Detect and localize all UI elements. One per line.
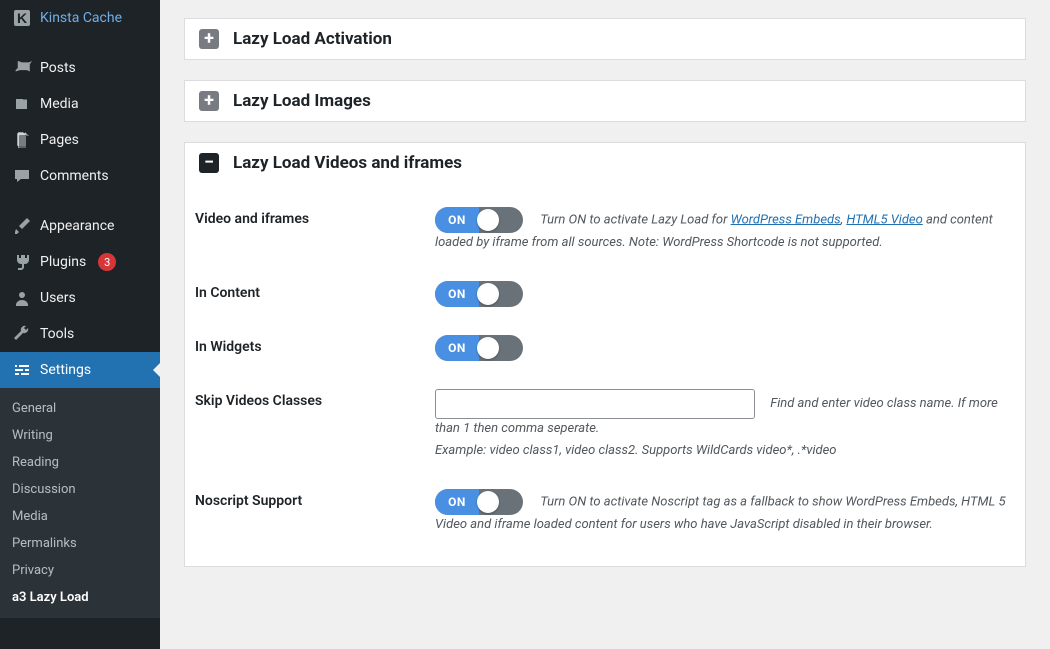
sidebar-item-label: Users (40, 290, 76, 306)
link-html5-video[interactable]: HTML5 Video (846, 212, 923, 227)
switch-on-label: ON (435, 207, 479, 233)
switch-knob (477, 491, 499, 513)
sidebar-item-label: Posts (40, 60, 76, 76)
panel-toggle-activation[interactable]: + Lazy Load Activation (185, 19, 1025, 59)
media-icon (12, 94, 32, 114)
sidebar-item-settings[interactable]: Settings (0, 352, 160, 388)
field-label: In Widgets (195, 335, 435, 355)
collapse-icon: − (199, 153, 219, 173)
sidebar-item-pages[interactable]: Pages (0, 122, 160, 158)
field-label: Skip Videos Classes (195, 389, 435, 409)
submenu-media[interactable]: Media (0, 503, 160, 530)
toggle-noscript-support[interactable]: ON (435, 489, 523, 515)
sidebar-item-label: Kinsta Cache (40, 10, 122, 26)
sidebar-item-label: Plugins (40, 254, 86, 270)
pages-icon (12, 130, 32, 150)
row-noscript-support: Noscript Support ON Turn ON to activate … (195, 471, 1015, 545)
submenu-discussion[interactable]: Discussion (0, 476, 160, 503)
panel-body-videos: Video and iframes ON Turn ON to activate… (185, 183, 1025, 566)
toggle-in-widgets[interactable]: ON (435, 335, 523, 361)
submenu-general[interactable]: General (0, 395, 160, 422)
switch-knob (477, 283, 499, 305)
row-video-and-iframes: Video and iframes ON Turn ON to activate… (195, 189, 1015, 263)
row-in-widgets: In Widgets ON (195, 317, 1015, 371)
submenu-reading[interactable]: Reading (0, 449, 160, 476)
sliders-icon (12, 360, 32, 380)
field-label: In Content (195, 281, 435, 301)
sidebar-item-users[interactable]: Users (0, 280, 160, 316)
panel-title: Lazy Load Videos and iframes (233, 153, 462, 173)
panel-lazy-load-activation: + Lazy Load Activation (184, 18, 1026, 60)
switch-on-label: ON (435, 489, 479, 515)
row-skip-videos-classes: Skip Videos Classes Find and enter video… (195, 371, 1015, 471)
skip-videos-classes-input[interactable] (435, 389, 755, 419)
switch-knob (477, 337, 499, 359)
panel-title: Lazy Load Images (233, 91, 371, 111)
sidebar-item-media[interactable]: Media (0, 86, 160, 122)
sidebar-item-label: Tools (40, 326, 74, 342)
comment-icon (12, 166, 32, 186)
submenu-privacy[interactable]: Privacy (0, 557, 160, 584)
submenu-a3-lazy-load[interactable]: a3 Lazy Load (0, 584, 160, 611)
panel-lazy-load-images: + Lazy Load Images (184, 80, 1026, 122)
panel-title: Lazy Load Activation (233, 29, 392, 49)
settings-submenu: General Writing Reading Discussion Media… (0, 388, 160, 618)
settings-content: + Lazy Load Activation + Lazy Load Image… (160, 0, 1050, 649)
admin-sidebar: K Kinsta Cache Posts Media Pages Comment… (0, 0, 160, 649)
sidebar-item-appearance[interactable]: Appearance (0, 208, 160, 244)
sidebar-item-tools[interactable]: Tools (0, 316, 160, 352)
plugins-update-badge: 3 (98, 253, 116, 271)
switch-on-label: ON (435, 281, 479, 307)
expand-icon: + (199, 29, 219, 49)
svg-text:K: K (17, 10, 27, 26)
plug-icon (12, 252, 32, 272)
panel-lazy-load-videos-iframes: − Lazy Load Videos and iframes Video and… (184, 142, 1026, 567)
sidebar-item-kinsta-cache[interactable]: K Kinsta Cache (0, 0, 160, 36)
sidebar-item-label: Settings (40, 362, 91, 378)
sidebar-item-posts[interactable]: Posts (0, 50, 160, 86)
sidebar-item-label: Appearance (40, 218, 114, 234)
sidebar-item-plugins[interactable]: Plugins 3 (0, 244, 160, 280)
sidebar-item-label: Media (40, 96, 79, 112)
toggle-in-content[interactable]: ON (435, 281, 523, 307)
user-icon (12, 288, 32, 308)
sidebar-item-label: Comments (40, 168, 109, 184)
link-wordpress-embeds[interactable]: WordPress Embeds (731, 212, 841, 227)
brush-icon (12, 216, 32, 236)
row-in-content: In Content ON (195, 263, 1015, 317)
sidebar-item-label: Pages (40, 132, 79, 148)
switch-knob (477, 209, 499, 231)
field-label: Noscript Support (195, 489, 435, 509)
toggle-video-and-iframes[interactable]: ON (435, 207, 523, 233)
switch-on-label: ON (435, 335, 479, 361)
menu-separator (0, 36, 160, 50)
wrench-icon (12, 324, 32, 344)
expand-icon: + (199, 91, 219, 111)
sidebar-item-comments[interactable]: Comments (0, 158, 160, 194)
kinsta-icon: K (12, 8, 32, 28)
field-example: Example: video class1, video class2. Sup… (435, 441, 1015, 461)
panel-toggle-videos[interactable]: − Lazy Load Videos and iframes (185, 143, 1025, 183)
menu-separator (0, 194, 160, 208)
submenu-writing[interactable]: Writing (0, 422, 160, 449)
field-label: Video and iframes (195, 207, 435, 227)
submenu-permalinks[interactable]: Permalinks (0, 530, 160, 557)
pin-icon (12, 58, 32, 78)
panel-toggle-images[interactable]: + Lazy Load Images (185, 81, 1025, 121)
